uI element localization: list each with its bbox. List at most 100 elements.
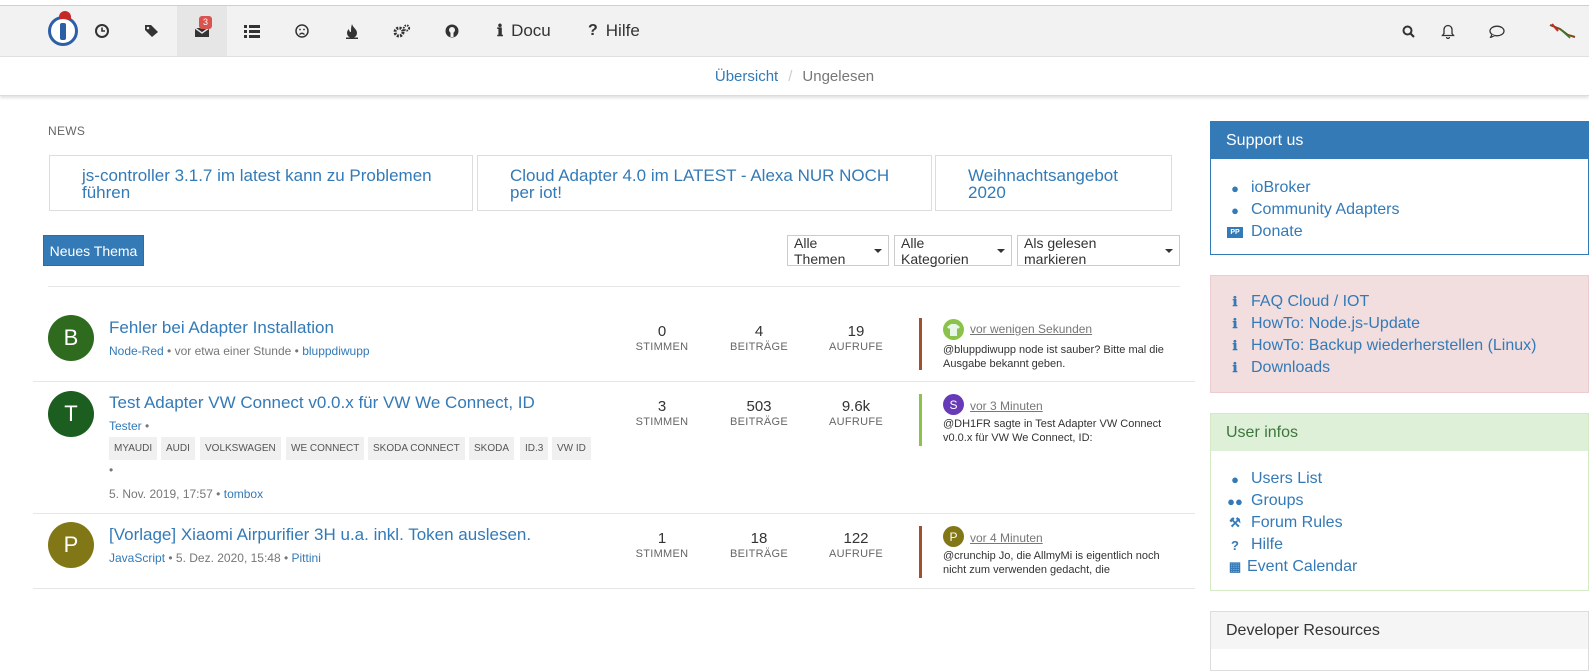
topic-category[interactable]: Tester: [109, 419, 142, 433]
votes-count: 1: [657, 530, 667, 547]
support-panel-title: Support us: [1211, 122, 1588, 159]
teaser-time[interactable]: vor 4 Minuten: [970, 531, 1043, 545]
unread-icon[interactable]: 3: [177, 6, 227, 56]
topic-meta: Tester •: [109, 419, 149, 433]
teaser-avatar[interactable]: S: [943, 394, 964, 415]
link-label: ioBroker: [1251, 179, 1311, 196]
categories-icon[interactable]: [227, 6, 277, 56]
topic-title[interactable]: [Vorlage] Xiaomi Airpurifier 3H u.a. ink…: [109, 525, 531, 545]
posts-count: 18: [750, 530, 768, 547]
topic-avatar[interactable]: P: [48, 522, 94, 568]
link-howto-node[interactable]: ℹ HowTo: Node.js-Update: [1227, 313, 1588, 335]
user-icon: ●: [1231, 471, 1239, 487]
recent-icon[interactable]: [77, 6, 127, 56]
mark-read-dropdown[interactable]: Als gelesen markieren: [1017, 235, 1180, 267]
link-faq-cloud[interactable]: ℹ FAQ Cloud / IOT: [1227, 291, 1588, 313]
tag[interactable]: ID.3: [520, 437, 549, 460]
link-label: Event Calendar: [1247, 558, 1358, 575]
teaser-text[interactable]: @crunchip Jo, die AllmyMi is eigentlich …: [943, 549, 1175, 577]
notifications-icon[interactable]: [1424, 6, 1472, 56]
views-label: AUFRUFE: [828, 548, 884, 560]
divider: [33, 381, 1195, 382]
posts-label: BEITRÄGE: [729, 548, 789, 560]
info-icon: ℹ: [1232, 294, 1238, 309]
topic-author[interactable]: tombox: [224, 487, 263, 501]
link-forum-rules[interactable]: ⚒ Forum Rules: [1227, 512, 1588, 534]
link-community-adapters[interactable]: ● Community Adapters: [1227, 199, 1588, 221]
news-item[interactable]: Cloud Adapter 4.0 im LATEST - Alexa NUR …: [477, 155, 932, 211]
iobroker-logo[interactable]: [48, 11, 78, 46]
topic-author[interactable]: Pittini: [292, 551, 321, 565]
link-groups[interactable]: ●● Groups: [1227, 490, 1588, 512]
topic-category[interactable]: Node-Red: [109, 344, 164, 358]
teaser-text[interactable]: @bluppdiwupp node ist sauber? Bitte mal …: [943, 343, 1175, 371]
tag[interactable]: SKODA CONNECT: [368, 437, 465, 460]
tag[interactable]: WE CONNECT: [286, 437, 365, 460]
info-icon: ℹ: [1232, 338, 1238, 353]
teaser-time[interactable]: vor wenigen Sekunden: [970, 322, 1092, 336]
topic-meta-text: • 5. Dez. 2020, 15:48 •: [165, 551, 292, 565]
link-label: Users List: [1251, 470, 1323, 487]
caret-down-icon: [997, 248, 1005, 253]
users-icon: ●●: [1227, 493, 1243, 509]
tags-icon[interactable]: [127, 6, 177, 56]
tag[interactable]: MYAUDI: [109, 437, 158, 460]
topic-category[interactable]: JavaScript: [109, 551, 165, 565]
chats-icon[interactable]: [1473, 6, 1521, 56]
top-navbar: 3 ℹ Docu ? Hilfe: [0, 5, 1589, 57]
github-icon[interactable]: [427, 6, 477, 56]
user-avatar-icon[interactable]: [1534, 6, 1589, 56]
link-label: Forum Rules: [1251, 514, 1343, 531]
new-topic-button[interactable]: Neues Thema: [43, 235, 144, 266]
link-label: Community Adapters: [1251, 201, 1400, 218]
votes-stat: 3 STIMMEN: [622, 398, 702, 429]
topic-title[interactable]: Test Adapter VW Connect v0.0.x für VW We…: [109, 393, 535, 413]
filter-all-topics-dropdown[interactable]: Alle Themen: [787, 234, 889, 267]
teaser-avatar-shirt-icon[interactable]: [943, 319, 964, 340]
tag[interactable]: AUDI: [161, 437, 195, 460]
tag[interactable]: SKODA: [469, 437, 515, 460]
link-downloads[interactable]: ℹ Downloads: [1227, 357, 1588, 379]
settings-icon[interactable]: [377, 6, 427, 56]
topic-title[interactable]: Fehler bei Adapter Installation: [109, 318, 334, 338]
topic-meta: JavaScript • 5. Dez. 2020, 15:48 • Pitti…: [109, 551, 321, 565]
link-hilfe[interactable]: ? Hilfe: [1227, 534, 1588, 556]
tag[interactable]: VOLKSWAGEN: [200, 437, 281, 460]
votes-label: STIMMEN: [635, 548, 689, 560]
link-donate[interactable]: PP Donate: [1227, 221, 1588, 243]
link-label: Hilfe: [1251, 536, 1284, 553]
topic-meta-text: • vor etwa einer Stunde •: [163, 344, 303, 358]
teaser-time[interactable]: vor 3 Minuten: [970, 399, 1043, 413]
gavel-icon: ⚒: [1229, 515, 1241, 530]
unsolved-icon[interactable]: [277, 6, 327, 56]
teaser-text[interactable]: @DH1FR sagte in Test Adapter VW Connect …: [943, 417, 1175, 445]
posts-stat: 503 BEITRÄGE: [719, 398, 799, 429]
teaser-avatar[interactable]: P: [943, 526, 964, 547]
topic-avatar[interactable]: B: [48, 315, 94, 361]
user-infos-panel: User infos ● Users List ●● Groups ⚒ Forum R…: [1210, 413, 1589, 591]
link-howto-backup[interactable]: ℹ HowTo: Backup wiederherstellen (Linux): [1227, 335, 1588, 357]
posts-stat: 18 BEITRÄGE: [719, 530, 799, 561]
views-count: 9.6k: [841, 398, 871, 415]
breadcrumb: Übersicht / Ungelesen: [0, 57, 1589, 96]
topic-author[interactable]: bluppdiwupp: [302, 344, 369, 358]
nav-docu[interactable]: ℹ Docu: [497, 6, 551, 56]
news-item[interactable]: Weihnachtsangebot 2020: [935, 155, 1172, 211]
filter-categories-dropdown[interactable]: Alle Kategorien: [894, 235, 1012, 267]
popular-icon[interactable]: [327, 6, 377, 56]
link-event-calendar[interactable]: ▦ Event Calendar: [1227, 556, 1588, 578]
category-color-bar: [919, 318, 922, 370]
breadcrumb-home[interactable]: Übersicht: [715, 68, 778, 85]
nav-hilfe[interactable]: ? Hilfe: [588, 6, 640, 56]
news-item[interactable]: js-controller 3.1.7 im latest kann zu Pr…: [49, 155, 473, 211]
views-label: AUFRUFE: [828, 416, 884, 428]
topic-avatar[interactable]: T: [48, 391, 94, 437]
tag[interactable]: VW ID: [552, 437, 591, 460]
github-icon: ●: [1231, 202, 1239, 218]
link-iobroker[interactable]: ● ioBroker: [1227, 177, 1588, 199]
votes-count: 3: [657, 398, 667, 415]
link-users-list[interactable]: ● Users List: [1227, 468, 1588, 490]
link-label: HowTo: Backup wiederherstellen (Linux): [1251, 337, 1537, 354]
views-stat: 19 AUFRUFE: [816, 323, 896, 354]
filter-all-topics-label: Alle Themen: [794, 234, 846, 267]
